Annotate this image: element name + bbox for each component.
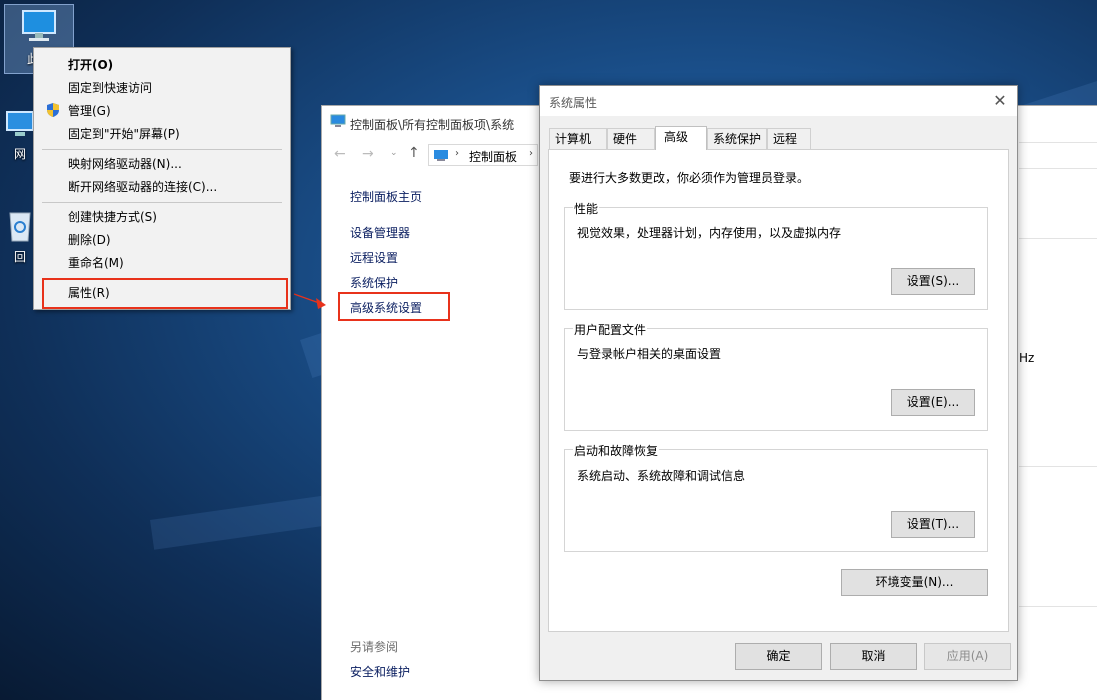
tab-computer-name[interactable]: 计算机名 [549, 128, 607, 166]
menu-item-map-network-drive[interactable]: 映射网络驱动器(N)... [68, 154, 182, 174]
breadcrumb[interactable]: › 控制面板 › [428, 144, 538, 166]
menu-item-create-shortcut[interactable]: 创建快捷方式(S) [68, 207, 157, 227]
menu-item-delete[interactable]: 删除(D) [68, 230, 111, 250]
back-arrow-icon[interactable]: ← [334, 146, 346, 162]
chevron-down-icon[interactable]: ⌄ [390, 148, 398, 158]
remote-settings-link[interactable]: 远程设置 [350, 249, 398, 266]
divider [1019, 606, 1097, 607]
menu-item-open[interactable]: 打开(O) [68, 55, 113, 75]
startup-recovery-group: 启动和故障恢复 系统启动、系统故障和调试信息 设置(T)... [564, 442, 988, 552]
menu-item-pin-quick-access[interactable]: 固定到快速访问 [68, 78, 152, 98]
breadcrumb-chevron-icon: › [455, 148, 459, 159]
admin-notice: 要进行大多数更改，你必须作为管理员登录。 [569, 171, 810, 185]
user-profiles-group: 用户配置文件 与登录帐户相关的桌面设置 设置(E)... [564, 321, 988, 431]
divider [1019, 466, 1097, 467]
cancel-button[interactable]: 取消 [830, 643, 917, 670]
tab-remote[interactable]: 远程 [767, 128, 811, 149]
highlight-box-advanced-settings [338, 292, 450, 321]
menu-item-manage[interactable]: 管理(G) [68, 101, 111, 121]
group-description: 视觉效果，处理器计划，内存使用，以及虚拟内存 [577, 226, 842, 240]
divider [1019, 168, 1097, 169]
recycle-bin-icon [9, 212, 31, 242]
tab-hardware[interactable]: 硬件 [607, 128, 655, 149]
environment-variables-button[interactable]: 环境变量(N)... [841, 569, 988, 596]
partial-cpu-speed-text: Hz [1019, 351, 1035, 365]
up-arrow-icon[interactable]: ↑ [408, 145, 420, 161]
uac-shield-icon [47, 103, 59, 117]
menu-separator [42, 202, 282, 203]
startup-recovery-settings-button[interactable]: 设置(T)... [891, 511, 975, 538]
network-icon [6, 111, 34, 136]
system-icon [330, 114, 346, 127]
control-panel-home-link[interactable]: 控制面板主页 [350, 188, 422, 205]
dialog-title: 系统属性 [549, 96, 598, 110]
security-maintenance-link[interactable]: 安全和维护 [350, 663, 410, 680]
dialog-titlebar[interactable]: 系统属性 ✕ [540, 86, 1017, 116]
system-properties-dialog: 系统属性 ✕ 计算机名 硬件 高级 系统保护 远程 要进行大多数更改，你必须作为… [539, 85, 1018, 681]
forward-arrow-icon[interactable]: → [362, 146, 374, 162]
system-protection-link[interactable]: 系统保护 [350, 274, 398, 291]
tab-system-protection[interactable]: 系统保护 [707, 128, 767, 149]
computer-icon [22, 10, 56, 41]
menu-separator [42, 149, 282, 150]
group-label: 启动和故障恢复 [573, 442, 660, 459]
advanced-tab-panel: 要进行大多数更改，你必须作为管理员登录。 性能 视觉效果，处理器计划，内存使用，… [548, 149, 1009, 632]
breadcrumb-item[interactable]: 控制面板 [469, 148, 517, 165]
device-manager-link[interactable]: 设备管理器 [350, 224, 410, 241]
pointer-arrow-icon [293, 293, 326, 309]
group-description: 与登录帐户相关的桌面设置 [577, 347, 722, 361]
window-title: 控制面板\所有控制面板项\系统 [350, 118, 515, 132]
control-panel-icon [434, 150, 448, 161]
divider [1019, 142, 1097, 143]
menu-item-pin-start[interactable]: 固定到"开始"屏幕(P) [68, 124, 180, 144]
performance-group: 性能 视觉效果，处理器计划，内存使用，以及虚拟内存 设置(S)... [564, 200, 988, 310]
menu-item-disconnect-network-drive[interactable]: 断开网络驱动器的连接(C)... [68, 177, 217, 197]
apply-button[interactable]: 应用(A) [924, 643, 1011, 670]
tab-advanced[interactable]: 高级 [655, 126, 707, 150]
see-also-heading: 另请参阅 [350, 640, 399, 654]
highlight-box-properties [42, 278, 288, 309]
performance-settings-button[interactable]: 设置(S)... [891, 268, 975, 295]
ok-button[interactable]: 确定 [735, 643, 822, 670]
group-label: 性能 [573, 200, 600, 217]
divider [1019, 238, 1097, 239]
breadcrumb-chevron-icon: › [529, 148, 533, 159]
group-label: 用户配置文件 [573, 321, 648, 338]
group-description: 系统启动、系统故障和调试信息 [577, 469, 746, 483]
menu-item-rename[interactable]: 重命名(M) [68, 253, 124, 273]
user-profiles-settings-button[interactable]: 设置(E)... [891, 389, 975, 416]
context-menu: 打开(O) 固定到快速访问 管理(G) 固定到"开始"屏幕(P) 映射网络驱动器… [33, 47, 291, 310]
close-icon[interactable]: ✕ [989, 90, 1011, 112]
